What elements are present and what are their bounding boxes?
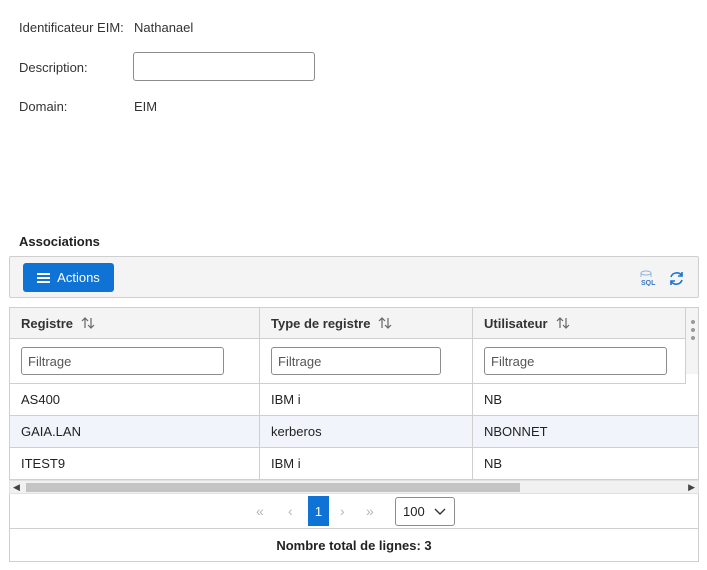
- table-cell[interactable]: IBM i: [260, 384, 473, 416]
- column-header-label: Registre: [21, 315, 74, 331]
- sql-icon[interactable]: SQL: [640, 270, 658, 286]
- table-cell[interactable]: kerberos: [260, 416, 473, 448]
- page-size-select[interactable]: 100: [395, 497, 455, 526]
- scroll-right-icon[interactable]: ▶: [688, 482, 695, 493]
- column-header-label: Type de registre: [271, 315, 371, 331]
- description-row: Description:: [19, 60, 88, 75]
- svg-text:SQL: SQL: [641, 280, 656, 286]
- sort-icon[interactable]: [81, 316, 95, 330]
- scrollbar-thumb[interactable]: [26, 483, 520, 492]
- chevron-down-icon: [434, 508, 446, 515]
- column-menu-handle[interactable]: [686, 308, 698, 374]
- next-page-icon[interactable]: ›: [340, 503, 345, 519]
- pagination: « ‹ 1 › » 100: [9, 494, 699, 528]
- identifier-row: Identificateur EIM:: [19, 20, 124, 35]
- domain-value: EIM: [134, 99, 158, 114]
- filter-cell-utilisateur: [473, 339, 686, 384]
- filter-cell-type: [260, 339, 473, 384]
- table-cell[interactable]: ITEST9: [10, 448, 260, 480]
- filter-input-utilisateur[interactable]: [484, 347, 667, 375]
- filter-input-type-de-registre[interactable]: [271, 347, 441, 375]
- table-cell[interactable]: GAIA.LAN: [10, 416, 260, 448]
- scroll-left-icon[interactable]: ◀: [13, 482, 20, 493]
- filter-input-registre[interactable]: [21, 347, 224, 375]
- actions-button[interactable]: Actions: [23, 263, 114, 292]
- description-input[interactable]: [133, 52, 315, 81]
- table-cell[interactable]: NBONNET: [473, 416, 698, 448]
- previous-page-icon[interactable]: ‹: [288, 503, 293, 519]
- sort-icon[interactable]: [556, 316, 570, 330]
- column-header-registre[interactable]: Registre: [10, 308, 260, 339]
- column-header-type-de-registre[interactable]: Type de registre: [260, 308, 473, 339]
- actions-label: Actions: [57, 270, 100, 285]
- row-count-footer: Nombre total de lignes: 3: [9, 528, 699, 562]
- menu-icon: [37, 272, 51, 283]
- page-size-value: 100: [403, 504, 425, 519]
- total-rows-label: Nombre total de lignes: 3: [276, 537, 432, 553]
- current-page-button[interactable]: 1: [308, 496, 329, 526]
- horizontal-scrollbar[interactable]: ◀ ▶: [9, 480, 699, 494]
- column-header-label: Utilisateur: [484, 315, 548, 331]
- identifier-value: Nathanael: [134, 20, 194, 35]
- domain-label: Domain:: [19, 99, 68, 114]
- filter-cell-registre: [10, 339, 260, 384]
- table-cell[interactable]: NB: [473, 448, 698, 480]
- associations-title: Associations: [19, 234, 100, 249]
- column-header-utilisateur[interactable]: Utilisateur: [473, 308, 686, 339]
- domain-row: Domain:: [19, 99, 67, 114]
- table-cell[interactable]: AS400: [10, 384, 260, 416]
- table-cell[interactable]: IBM i: [260, 448, 473, 480]
- refresh-icon[interactable]: [668, 270, 685, 287]
- table-cell[interactable]: NB: [473, 384, 698, 416]
- identifier-label: Identificateur EIM:: [19, 20, 124, 35]
- associations-grid: Registre Type de registre Utilisateur AS…: [9, 307, 699, 494]
- sort-icon[interactable]: [378, 316, 392, 330]
- grid-toolbar: Actions SQL: [9, 256, 699, 298]
- first-page-icon[interactable]: «: [256, 503, 264, 519]
- last-page-icon[interactable]: »: [366, 503, 374, 519]
- description-label: Description:: [19, 60, 88, 75]
